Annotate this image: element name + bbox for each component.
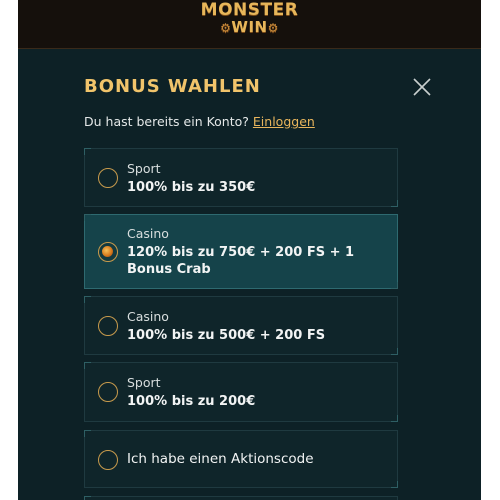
gear-icon: ⚙ [220, 21, 232, 35]
bonus-option-casino-2[interactable]: Casino 100% bis zu 500€ + 200 FS [84, 296, 398, 355]
logo-line1: MONSTER [200, 0, 299, 20]
option-title: 100% bis zu 500€ + 200 FS [127, 328, 326, 343]
option-title: 100% bis zu 200€ [127, 394, 256, 409]
option-title: 100% bis zu 350€ [127, 180, 256, 195]
gear-icon: ⚙ [267, 21, 279, 35]
close-icon[interactable] [412, 77, 432, 97]
modal-title: BONUS WAHLEN [84, 76, 261, 97]
monster-win-logo[interactable]: MONSTER ⚙WIN⚙ [18, 2, 481, 37]
bonus-option-casino-1[interactable]: Casino 120% bis zu 750€ + 200 FS + 1 Bon… [84, 214, 398, 289]
option-type: Sport [127, 375, 161, 390]
radio-button[interactable] [98, 450, 118, 470]
radio-button[interactable] [98, 168, 118, 188]
option-title: 120% bis zu 750€ + 200 FS + 1 Bonus Crab [127, 245, 355, 277]
coin-icon [102, 246, 113, 257]
bonus-option-sport-1[interactable]: Sport 100% bis zu 350€ [84, 148, 398, 207]
logo-line2: WIN [231, 18, 268, 36]
bonus-option-sport-2[interactable]: Sport 100% bis zu 200€ [84, 362, 398, 422]
radio-button-checked[interactable] [98, 242, 118, 262]
next-option-partial[interactable] [84, 496, 398, 500]
radio-button[interactable] [98, 316, 118, 336]
login-prompt-text: Du hast bereits ein Konto? [84, 114, 249, 129]
modal-frame: MONSTER ⚙WIN⚙ BONUS WAHLEN Du hast berei… [18, 0, 481, 500]
option-type: Casino [127, 309, 169, 324]
option-type: Sport [127, 161, 161, 176]
login-prompt: Du hast bereits ein Konto? Einloggen [84, 114, 315, 129]
promo-code-label: Ich habe einen Aktionscode [127, 451, 314, 467]
option-type: Casino [127, 226, 169, 241]
promo-code-option[interactable]: Ich habe einen Aktionscode [84, 430, 398, 488]
top-bar: MONSTER ⚙WIN⚙ [18, 0, 481, 49]
radio-button[interactable] [98, 382, 118, 402]
login-link[interactable]: Einloggen [253, 114, 315, 129]
